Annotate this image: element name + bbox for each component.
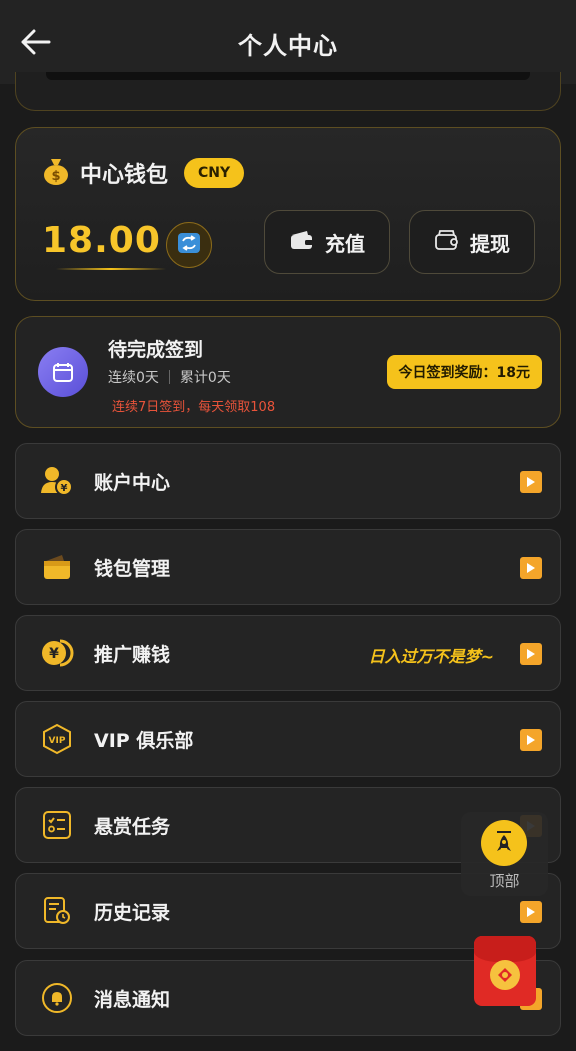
page-title: 个人中心 [238, 32, 338, 60]
previous-card [15, 72, 561, 111]
checkin-tip: 连续7日签到，每天领取108 [112, 400, 276, 415]
play-arrow-icon [520, 471, 542, 493]
play-arrow-icon [520, 729, 542, 751]
withdraw-label: 提现 [470, 231, 510, 256]
checkin-stats: 连续0天 累计0天 [108, 367, 231, 387]
currency-badge: CNY [184, 158, 245, 188]
checkin-card[interactable]: 待完成签到 连续0天 累计0天 连续7日签到，每天领取108 今日签到奖励：18… [15, 316, 561, 428]
wallet-icon [289, 229, 325, 256]
checkin-title: 待完成签到 [108, 339, 204, 361]
wallet-icon [40, 550, 74, 584]
menu-item-vip-club[interactable]: VIP VIP 俱乐部 [15, 701, 561, 777]
money-bag-icon: $ [42, 156, 70, 190]
yen-coin-icon: ¥ [40, 636, 74, 670]
menu-item-label: 悬赏任务 [94, 816, 171, 838]
menu-item-account-center[interactable]: ¥ 账户中心 [15, 443, 561, 519]
menu-item-label: VIP 俱乐部 [94, 730, 194, 752]
promo-slogan: 日入过万不是梦~ [368, 647, 494, 666]
svg-text:VIP: VIP [49, 736, 66, 746]
menu-item-wallet-management[interactable]: 钱包管理 [15, 529, 561, 605]
vip-badge-icon: VIP [40, 722, 74, 756]
menu-item-label: 消息通知 [94, 989, 171, 1011]
svg-text:¥: ¥ [49, 646, 59, 662]
withdraw-button[interactable]: 提现 [409, 210, 535, 274]
recharge-button[interactable]: 充值 [264, 210, 390, 274]
task-list-icon [40, 808, 74, 842]
user-yen-icon: ¥ [40, 464, 74, 498]
calendar-icon [38, 347, 88, 397]
checkin-total: 累计0天 [179, 370, 231, 386]
play-arrow-icon [520, 901, 542, 923]
rocket-icon [481, 820, 527, 866]
red-packet-coin-icon [490, 960, 520, 990]
menu-item-label: 推广赚钱 [94, 644, 171, 666]
checkin-streak: 连续0天 [108, 370, 159, 386]
menu-item-promote-earn[interactable]: ¥ 推广赚钱 日入过万不是梦~ [15, 615, 561, 691]
wallet-balance: 18.00 [42, 220, 161, 261]
balance-underline [56, 268, 166, 270]
play-arrow-icon [520, 643, 542, 665]
bell-icon [40, 981, 74, 1015]
withdraw-wallet-icon [434, 229, 470, 256]
svg-text:¥: ¥ [61, 483, 68, 494]
refresh-icon [177, 232, 201, 258]
menu-item-label: 账户中心 [94, 472, 171, 494]
history-icon [40, 894, 74, 928]
back-to-top-label: 顶部 [489, 872, 520, 890]
back-to-top-button[interactable]: 顶部 [461, 812, 548, 896]
play-arrow-icon [520, 557, 542, 579]
checkin-reward-badge[interactable]: 今日签到奖励：18元 [386, 355, 542, 389]
wallet-title: 中心钱包 [80, 163, 169, 188]
recharge-label: 充值 [325, 231, 365, 256]
wallet-card: $ 中心钱包 CNY 18.00 充值 提现 [15, 127, 561, 301]
menu-item-label: 钱包管理 [94, 558, 171, 580]
red-packet-button[interactable] [474, 936, 536, 1006]
svg-text:$: $ [51, 169, 60, 184]
refresh-balance-button[interactable] [166, 222, 212, 268]
menu-item-label: 历史记录 [94, 902, 171, 924]
